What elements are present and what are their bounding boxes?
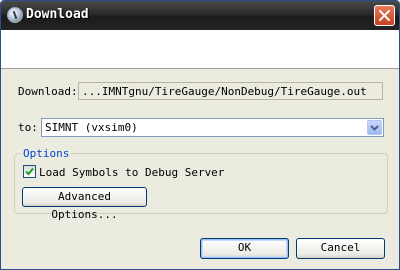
target-label: to: [18, 121, 38, 134]
chevron-down-icon [370, 125, 379, 131]
ok-button[interactable]: OK [200, 238, 289, 259]
title-bar[interactable]: Download [1, 1, 399, 30]
target-select-value: SIMNT (vxsim0) [45, 121, 138, 134]
target-select[interactable]: SIMNT (vxsim0) [41, 118, 384, 137]
advanced-options-button[interactable]: Advanced Options... [22, 187, 147, 221]
close-icon [379, 10, 390, 21]
download-dialog: Download Download: ...IMNTgnu/TireGauge/… [0, 0, 400, 270]
checkmark-icon [25, 167, 34, 176]
window-title: Download [26, 7, 89, 22]
download-label: Download: [18, 85, 78, 98]
download-app-icon [7, 7, 23, 23]
download-path-field: ...IMNTgnu/TireGauge/NonDebug/TireGauge.… [78, 82, 383, 100]
cancel-button[interactable]: Cancel [296, 238, 385, 259]
options-group-title: Options [21, 147, 72, 160]
close-button[interactable] [374, 5, 395, 26]
target-dropdown-button[interactable] [367, 120, 382, 135]
load-symbols-checkbox[interactable] [23, 165, 36, 178]
header-area [1, 30, 399, 69]
load-symbols-label[interactable]: Load Symbols to Debug Server [39, 166, 224, 179]
